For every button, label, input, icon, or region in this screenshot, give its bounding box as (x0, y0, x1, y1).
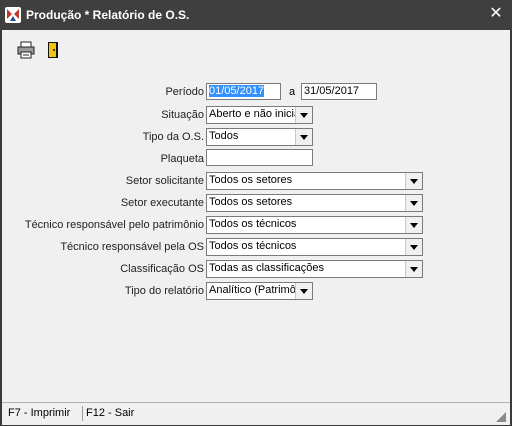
status-f12-exit[interactable]: F12 - Sair (86, 407, 134, 419)
plaqueta-input[interactable] (206, 149, 313, 166)
setor-solicitante-select[interactable]: Todos os setores (206, 172, 423, 190)
close-icon[interactable]: ✕ (488, 6, 504, 22)
tipo-os-select[interactable]: Todos (206, 128, 313, 146)
tipo-os-label: Tipo da O.S. (142, 131, 204, 143)
tecnico-patrimonio-value: Todos os técnicos (209, 218, 297, 230)
report-window: Produção * Relatório de O.S. ✕ Período 0… (0, 0, 512, 426)
chevron-down-icon[interactable] (405, 261, 422, 277)
exit-door-icon[interactable] (44, 40, 66, 60)
classificacao-value: Todas as classificações (209, 262, 324, 274)
tecnico-os-label: Técnico responsável pela OS (60, 241, 204, 253)
chevron-down-icon[interactable] (295, 283, 312, 299)
chevron-down-icon[interactable] (405, 173, 422, 189)
situacao-select[interactable]: Aberto e não inicia (206, 106, 313, 124)
periodo-start-value: 01/05/2017 (209, 85, 265, 97)
tecnico-patrimonio-select[interactable]: Todos os técnicos (206, 216, 423, 234)
chevron-down-icon[interactable] (405, 217, 422, 233)
tecnico-patrimonio-label: Técnico responsável pelo patrimônio (24, 219, 204, 231)
window-title: Produção * Relatório de O.S. (26, 8, 190, 22)
setor-executante-label: Setor executante (120, 197, 204, 209)
periodo-separator: a (289, 86, 296, 98)
periodo-start-input[interactable]: 01/05/2017 (206, 83, 281, 100)
setor-solicitante-value: Todos os setores (209, 174, 293, 186)
status-f7-print[interactable]: F7 - Imprimir (8, 407, 70, 419)
title-bar[interactable]: Produção * Relatório de O.S. ✕ (0, 0, 512, 30)
setor-executante-value: Todos os setores (209, 196, 293, 208)
status-divider (82, 406, 83, 421)
classificacao-select[interactable]: Todas as classificações (206, 260, 423, 278)
setor-executante-select[interactable]: Todos os setores (206, 194, 423, 212)
tipo-relatorio-label: Tipo do relatório (124, 285, 204, 297)
app-icon (5, 7, 21, 23)
chevron-down-icon[interactable] (405, 239, 422, 255)
periodo-end-input[interactable]: 31/05/2017 (301, 83, 377, 100)
tipo-relatorio-select[interactable]: Analítico (Patrimôr (206, 282, 313, 300)
chevron-down-icon[interactable] (295, 129, 312, 145)
tecnico-os-value: Todos os técnicos (209, 240, 297, 252)
printer-icon[interactable] (16, 40, 38, 60)
classificacao-label: Classificação OS (120, 263, 204, 275)
chevron-down-icon[interactable] (405, 195, 422, 211)
status-bar: F7 - Imprimir F12 - Sair (2, 402, 510, 425)
resize-grip-icon[interactable] (496, 412, 506, 422)
chevron-down-icon[interactable] (295, 107, 312, 123)
tecnico-os-select[interactable]: Todos os técnicos (206, 238, 423, 256)
situacao-label: Situação (161, 109, 204, 121)
periodo-label: Período (165, 86, 204, 98)
form-area: Período 01/05/2017 a 31/05/2017 Situação… (2, 30, 510, 402)
setor-solicitante-label: Setor solicitante (125, 175, 204, 187)
plaqueta-label: Plaqueta (160, 153, 204, 165)
